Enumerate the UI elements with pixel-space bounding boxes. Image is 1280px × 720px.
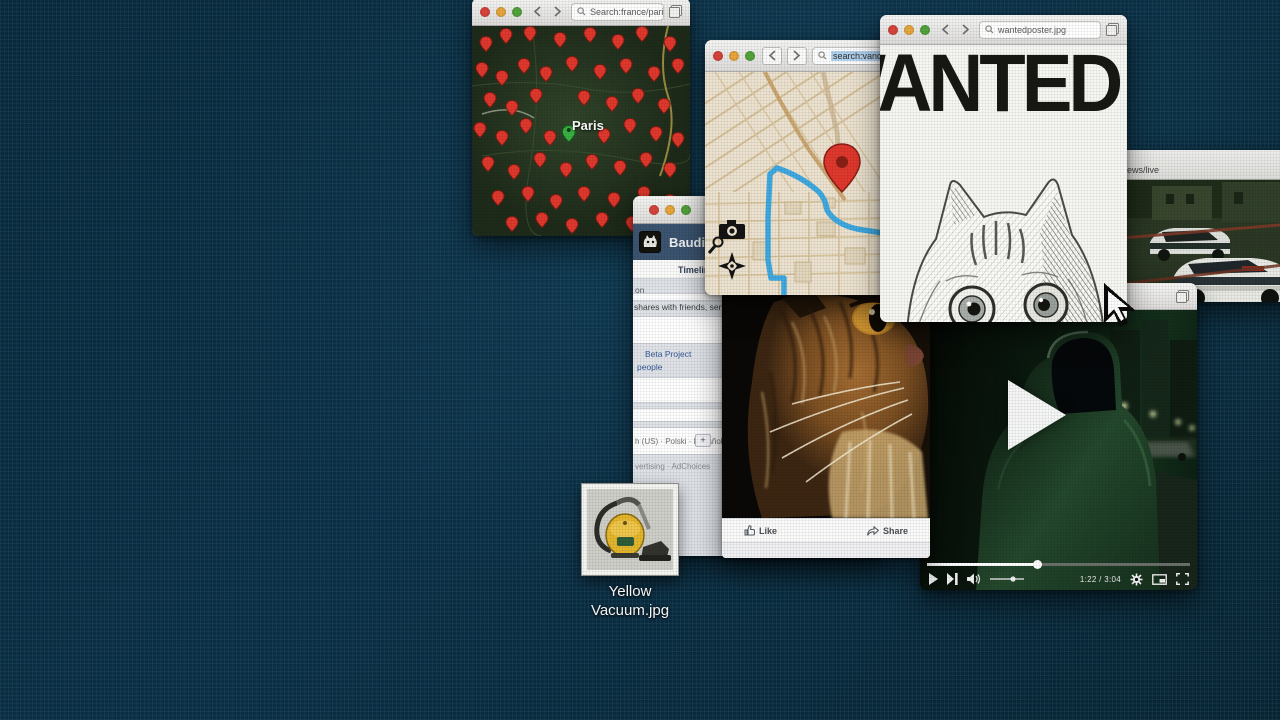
paris-pin-label: Paris xyxy=(572,118,604,133)
file-label-line1: Yellow xyxy=(560,583,700,602)
search-value: Search:france/paris xyxy=(590,7,664,17)
minimize-button[interactable] xyxy=(729,51,739,61)
minimize-button[interactable] xyxy=(904,25,914,35)
next-icon[interactable] xyxy=(947,573,958,585)
file-label[interactable]: Yellow Vacuum.jpg xyxy=(560,583,700,621)
news-title-bar: news/live xyxy=(1122,150,1280,180)
volume-slider[interactable] xyxy=(990,574,1024,584)
sketched-cat xyxy=(888,177,1120,322)
settings-gear-icon[interactable] xyxy=(1130,573,1143,586)
search-value-selected: search:vancouver xyxy=(831,51,887,61)
tabs-icon[interactable] xyxy=(1106,23,1119,36)
minimize-button[interactable] xyxy=(496,7,506,17)
search-input[interactable]: wantedposter.jpg xyxy=(979,21,1101,39)
wanted-title-bar: wantedposter.jpg xyxy=(880,15,1127,45)
search-value: wantedposter.jpg xyxy=(998,25,1066,35)
cursor-arrow-icon xyxy=(1100,281,1146,341)
video-player-window[interactable]: 1:22 / 3:04 xyxy=(920,283,1197,590)
tabs-icon[interactable] xyxy=(669,5,682,18)
tabs-icon[interactable] xyxy=(1176,290,1189,303)
traffic-lights xyxy=(888,25,930,35)
back-icon[interactable] xyxy=(762,47,782,65)
minimize-button[interactable] xyxy=(665,205,675,215)
play-overlay-icon[interactable] xyxy=(1008,380,1066,450)
news-address: news/live xyxy=(1125,165,1159,175)
forward-icon[interactable] xyxy=(787,47,807,65)
share-icon xyxy=(867,526,879,536)
forward-icon[interactable] xyxy=(958,22,974,38)
vancouver-title-bar: search:vancouver xyxy=(705,40,895,72)
video-frame[interactable]: 1:22 / 3:04 xyxy=(920,310,1197,590)
paris-title-bar: Search:france/paris xyxy=(472,0,690,26)
search-icon xyxy=(985,25,994,34)
profile-avatar[interactable] xyxy=(639,231,661,253)
zoom-button[interactable] xyxy=(745,51,755,61)
vancouver-street-map[interactable] xyxy=(705,72,895,295)
traffic-lights xyxy=(713,51,755,61)
zoom-button[interactable] xyxy=(920,25,930,35)
traffic-lights xyxy=(480,7,522,17)
share-button[interactable]: Share xyxy=(867,526,908,536)
traffic-lights xyxy=(649,205,691,215)
close-button[interactable] xyxy=(649,205,659,215)
play-icon[interactable] xyxy=(928,573,938,585)
search-icon xyxy=(818,51,827,60)
desktop: news/live xyxy=(0,0,1280,720)
search-input[interactable]: search:vancouver xyxy=(812,47,887,65)
like-icon xyxy=(744,525,755,536)
add-language-button[interactable]: + xyxy=(695,434,711,447)
video-controls: 1:22 / 3:04 xyxy=(920,568,1197,590)
video-progress-bar[interactable] xyxy=(927,563,1190,566)
share-label: Share xyxy=(883,526,908,536)
post-footer-strip xyxy=(722,542,930,558)
wanted-headline: WANTED xyxy=(880,45,1127,123)
miniplayer-icon[interactable] xyxy=(1152,574,1167,585)
like-label: Like xyxy=(759,526,777,536)
file-label-line2: Vacuum.jpg xyxy=(560,602,700,621)
cat-photo xyxy=(722,292,930,518)
fullscreen-icon[interactable] xyxy=(1176,573,1189,585)
vacuum-image xyxy=(587,489,673,570)
zoom-button[interactable] xyxy=(681,205,691,215)
wanted-poster-window[interactable]: wantedposter.jpg WANTED xyxy=(880,15,1127,322)
back-icon[interactable] xyxy=(937,22,953,38)
link-people[interactable]: people xyxy=(637,362,663,372)
close-button[interactable] xyxy=(480,7,490,17)
post-action-bar: Like Share xyxy=(722,518,930,542)
cat-photo-window[interactable]: Like Share xyxy=(722,292,930,558)
footer-links[interactable]: vertising · AdChoices xyxy=(635,462,710,471)
zoom-button[interactable] xyxy=(512,7,522,17)
news-window[interactable]: news/live xyxy=(1122,150,1280,302)
close-button[interactable] xyxy=(888,25,898,35)
wanted-poster: WANTED xyxy=(880,45,1127,322)
forward-icon[interactable] xyxy=(550,4,566,20)
close-button[interactable] xyxy=(713,51,723,61)
back-icon[interactable] xyxy=(529,4,545,20)
file-thumbnail[interactable] xyxy=(581,483,679,576)
vancouver-map-window[interactable]: search:vancouver xyxy=(705,40,895,295)
volume-icon[interactable] xyxy=(967,573,981,585)
time-display: 1:22 / 3:04 xyxy=(1080,575,1121,584)
like-button[interactable]: Like xyxy=(744,525,777,536)
search-input[interactable]: Search:france/paris xyxy=(571,3,664,21)
file-icon-yellow-vacuum[interactable]: Yellow Vacuum.jpg xyxy=(560,483,700,621)
link-beta-project[interactable]: Beta Project xyxy=(645,349,691,359)
search-icon xyxy=(577,7,586,16)
